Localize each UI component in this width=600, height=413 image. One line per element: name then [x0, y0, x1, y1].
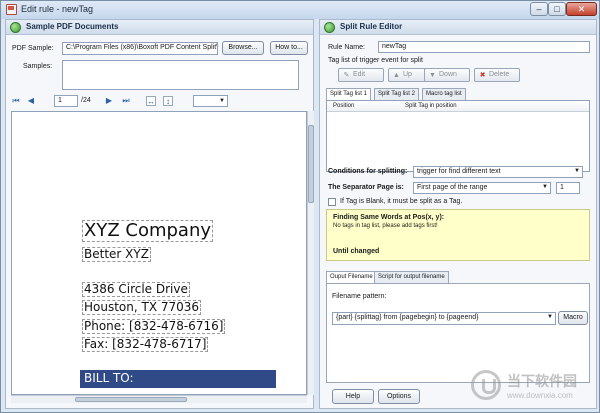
- how-to-button[interactable]: How to...: [270, 41, 308, 55]
- samples-label: Samples:: [23, 63, 53, 70]
- separator-value: First page of the range: [417, 184, 488, 191]
- preview-horizontal-scrollbar[interactable]: [11, 395, 307, 403]
- doc-address-line1: 4386 Circle Drive: [82, 282, 190, 298]
- edit-button[interactable]: ✎ Edit: [338, 68, 384, 82]
- watermark: 当下软件园 www.downxia.com: [471, 367, 591, 407]
- conditions-select[interactable]: trigger for find different text ▼: [413, 166, 583, 178]
- info-icon: [10, 22, 21, 33]
- sample-pdf-title: Sample PDF Documents: [26, 22, 119, 31]
- vertical-scroll-thumb[interactable]: [308, 125, 314, 203]
- info-icon: [324, 22, 335, 33]
- fit-width-icon[interactable]: ↔: [146, 96, 156, 106]
- separator-label: The Separator Page is:: [328, 184, 404, 191]
- tab-script-output-filename[interactable]: Script for output filename: [374, 271, 449, 283]
- delete-button-label: Delete: [489, 71, 510, 78]
- separator-select[interactable]: First page of the range ▼: [413, 182, 551, 194]
- filename-pattern-select[interactable]: {part} {splittag} from {pagebegin} to {p…: [332, 312, 556, 325]
- down-button[interactable]: ▼ Down: [424, 68, 470, 82]
- watermark-logo-icon: [471, 370, 501, 400]
- split-rule-editor-pane: Split Rule Editor Rule Name: newTag Tag …: [319, 19, 597, 409]
- conditions-value: trigger for find different text: [417, 168, 501, 175]
- blank-tag-checkbox[interactable]: [328, 198, 336, 206]
- doc-address-line2: Houston, TX 77036: [82, 300, 202, 316]
- conditions-label: Conditions for splitting:: [328, 168, 408, 175]
- separator-number-input[interactable]: 1: [556, 182, 580, 194]
- macro-button[interactable]: Macro: [558, 311, 588, 325]
- pdf-sample-label: PDF Sample:: [12, 45, 54, 52]
- page-total: /24: [81, 97, 91, 104]
- up-button-label: Up: [403, 71, 412, 78]
- preview-vertical-scrollbar[interactable]: [307, 111, 314, 395]
- watermark-text: 当下软件园: [507, 374, 577, 390]
- split-tag-grid[interactable]: Position Split Tag in position: [326, 100, 590, 172]
- sample-pdf-pane: Sample PDF Documents PDF Sample: C:\Prog…: [5, 19, 314, 409]
- minimize-button[interactable]: –: [530, 2, 548, 16]
- fit-page-icon[interactable]: ↕: [163, 96, 173, 106]
- tab-macro-tag-list[interactable]: Macro tag list: [422, 88, 466, 100]
- zoom-select[interactable]: ▼: [193, 95, 228, 107]
- chevron-down-icon: ▼: [574, 168, 580, 174]
- sample-pdf-header: Sample PDF Documents: [6, 20, 313, 35]
- filename-pattern-value: {part} {splittag} from {pagebegin} to {p…: [336, 314, 479, 321]
- info-footer: Until changed: [333, 248, 380, 255]
- pdf-preview[interactable]: XYZ Company Better XYZ 4386 Circle Drive…: [11, 111, 307, 395]
- app-icon: [6, 4, 17, 15]
- doc-bill-to: BILL TO:: [80, 370, 276, 388]
- chevron-down-icon: ▼: [547, 314, 553, 320]
- grid-header-position[interactable]: Position: [333, 103, 354, 109]
- navigation-toolbar: ⏮ ◀ 1 /24 ▶ ⏭ ↔ ↕ ▼: [6, 94, 313, 109]
- window-title: Edit rule - newTag: [21, 4, 94, 14]
- split-rule-header: Split Rule Editor: [320, 20, 596, 35]
- watermark-url: www.downxia.com: [507, 391, 573, 400]
- chevron-down-icon: ▼: [542, 184, 548, 190]
- info-panel: Finding Same Words at Pos(x, y): No tags…: [326, 209, 590, 261]
- samples-textarea[interactable]: [62, 60, 299, 90]
- doc-subtitle: Better XYZ: [82, 247, 151, 263]
- arrow-up-icon: ▲: [393, 72, 400, 79]
- delete-icon: ✖: [479, 72, 486, 79]
- filename-pattern-label: Filename pattern:: [332, 293, 387, 300]
- rule-name-label: Rule Name:: [328, 44, 365, 51]
- edit-button-label: Edit: [353, 71, 366, 78]
- pdf-sample-input[interactable]: C:\Program Files (x86)\Boxoft PDF Conten…: [62, 42, 218, 55]
- blank-tag-label: If Tag is Blank, it must be split as a T…: [340, 198, 463, 205]
- info-message: No tags in tag list, please add tags fir…: [333, 223, 438, 229]
- page-number-input[interactable]: 1: [54, 95, 78, 107]
- edit-rule-window: Edit rule - newTag – □ ✕ Sample PDF Docu…: [0, 0, 600, 413]
- rule-name-input[interactable]: newTag: [378, 41, 590, 53]
- split-rule-title: Split Rule Editor: [340, 22, 403, 31]
- arrow-down-icon: ▼: [429, 72, 436, 79]
- doc-phone: Phone: [832-478-6716]: [82, 319, 226, 335]
- delete-button[interactable]: ✖ Delete: [474, 68, 520, 82]
- close-button[interactable]: ✕: [566, 2, 597, 16]
- edit-icon: ✎: [343, 72, 350, 79]
- down-button-label: Down: [439, 71, 457, 78]
- grid-header-split-tag[interactable]: Split Tag in position: [405, 103, 457, 109]
- browse-button[interactable]: Browse...: [222, 41, 264, 55]
- grid-header: Position Split Tag in position: [327, 101, 589, 112]
- next-page-icon[interactable]: ▶: [104, 96, 114, 106]
- title-bar: Edit rule - newTag – □ ✕: [1, 1, 599, 19]
- maximize-button[interactable]: □: [548, 2, 566, 16]
- tab-split-tag-list-2[interactable]: Split Tag list 2: [374, 88, 419, 100]
- prev-page-icon[interactable]: ◀: [26, 96, 36, 106]
- help-button[interactable]: Help: [332, 389, 374, 404]
- options-button[interactable]: Options: [378, 389, 420, 404]
- first-page-icon[interactable]: ⏮: [11, 96, 21, 106]
- horizontal-scroll-thumb[interactable]: [75, 397, 187, 402]
- tag-list-caption: Tag list of trigger event for split: [328, 57, 423, 64]
- info-heading: Finding Same Words at Pos(x, y):: [333, 214, 445, 221]
- last-page-icon[interactable]: ⏭: [121, 96, 131, 106]
- chevron-down-icon: ▼: [219, 98, 225, 104]
- doc-fax: Fax: [832-478-6717]: [82, 337, 209, 353]
- doc-company: XYZ Company: [82, 220, 214, 242]
